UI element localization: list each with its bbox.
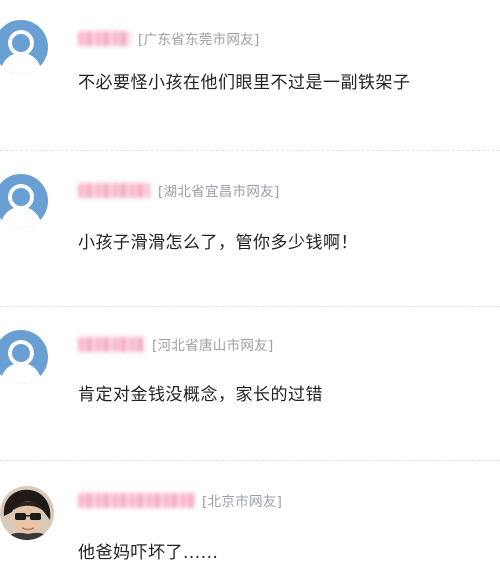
- default-avatar-icon[interactable]: [0, 20, 48, 74]
- user-location: [河北省唐山市网友]: [152, 338, 274, 354]
- comment-divider: [0, 306, 500, 307]
- comment-text: 小孩子滑滑怎么了，管你多少钱啊！: [78, 233, 358, 253]
- username-blurred[interactable]: [78, 336, 144, 352]
- username-blurred[interactable]: [78, 30, 130, 46]
- user-location: [湖北省宜昌市网友]: [158, 184, 280, 200]
- user-location: [北京市网友]: [202, 494, 283, 510]
- comment-divider: [0, 460, 500, 461]
- comment-text: 肯定对金钱没概念，家长的过错: [78, 385, 323, 405]
- user-location: [广东省东莞市网友]: [138, 32, 260, 48]
- comment-divider: [0, 150, 500, 151]
- comment-text: 不必要怪小孩在他们眼里不过是一副铁架子: [78, 73, 411, 93]
- default-avatar-icon[interactable]: [0, 174, 48, 228]
- user-photo-avatar[interactable]: [0, 486, 54, 540]
- username-blurred[interactable]: [78, 182, 150, 198]
- default-avatar-icon[interactable]: [0, 330, 48, 384]
- comment-text: 他爸妈吓坏了......: [78, 543, 219, 563]
- username-blurred[interactable]: [78, 492, 194, 508]
